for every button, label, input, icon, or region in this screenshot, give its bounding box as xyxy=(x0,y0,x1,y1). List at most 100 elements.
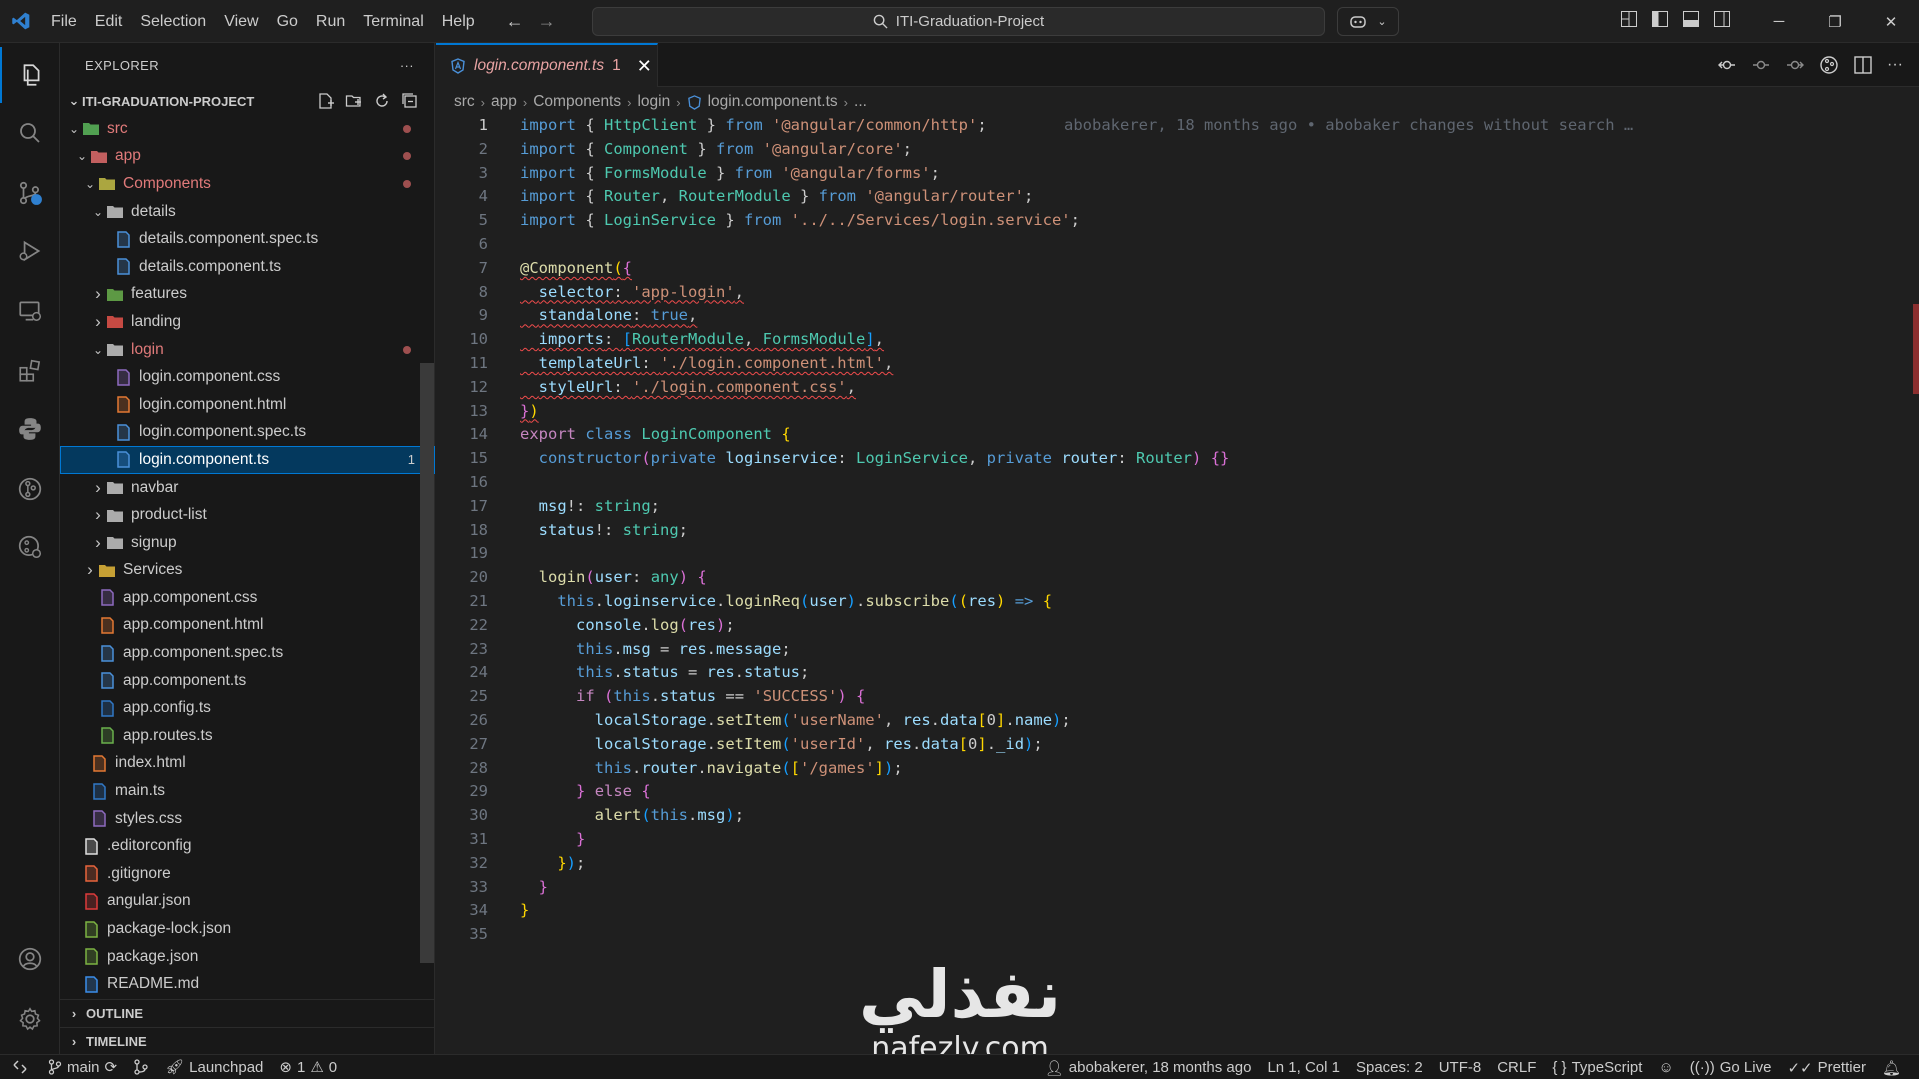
breadcrumb-symbol[interactable]: ... xyxy=(854,93,867,111)
tree-folder-item[interactable]: › landing xyxy=(60,308,435,336)
gitlens-graph-button[interactable] xyxy=(125,1059,157,1075)
remote-explorer-icon[interactable] xyxy=(0,283,60,339)
line-ending[interactable]: CRLF xyxy=(1489,1059,1544,1076)
breadcrumb-app[interactable]: app xyxy=(491,93,517,111)
tree-folder-item[interactable]: › product-list xyxy=(60,501,435,529)
tree-file-item[interactable]: angular.json xyxy=(60,888,435,916)
menu-view[interactable]: View xyxy=(215,0,267,43)
tree-file-item[interactable]: app.component.spec.ts xyxy=(60,639,435,667)
tree-file-item[interactable]: login.component.spec.ts xyxy=(60,419,435,447)
sidebar-scrollbar[interactable] xyxy=(420,363,434,963)
restore-icon[interactable]: ❐ xyxy=(1807,0,1863,43)
forward-arrow-icon[interactable]: → xyxy=(538,11,556,32)
indentation[interactable]: Spaces: 2 xyxy=(1348,1059,1431,1076)
tree-file-item[interactable]: app.component.ts xyxy=(60,667,435,695)
split-editor-icon[interactable] xyxy=(1853,55,1873,75)
minimize-icon[interactable]: ─ xyxy=(1751,0,1807,43)
remote-indicator-icon[interactable] xyxy=(0,1055,40,1079)
tree-file-item[interactable]: login.component.css xyxy=(60,363,435,391)
close-window-icon[interactable]: ✕ xyxy=(1863,0,1919,43)
menu-run[interactable]: Run xyxy=(307,0,354,43)
tree-file-item[interactable]: README.md xyxy=(60,970,435,998)
tree-folder-item[interactable]: ⌄ Components xyxy=(60,170,435,198)
branch-indicator[interactable]: main ⟳ xyxy=(40,1058,125,1076)
sync-icon[interactable]: ⟳ xyxy=(105,1058,118,1076)
tree-file-item[interactable]: index.html xyxy=(60,750,435,778)
tree-folder-item[interactable]: ⌄ details xyxy=(60,198,435,226)
project-root[interactable]: ⌄ ITI-GRADUATION-PROJECT xyxy=(60,89,435,113)
tree-file-item[interactable]: package-lock.json xyxy=(60,915,435,943)
run-debug-icon[interactable] xyxy=(0,223,60,279)
menu-help[interactable]: Help xyxy=(433,0,484,43)
menu-terminal[interactable]: Terminal xyxy=(354,0,432,43)
tree-file-item[interactable]: details.component.spec.ts xyxy=(60,225,435,253)
code-editor[interactable]: 1 import { HttpClient } from '@angular/co… xyxy=(436,114,1919,1054)
outline-section[interactable]: › OUTLINE xyxy=(60,999,435,1026)
open-changes-icon[interactable] xyxy=(1717,55,1737,75)
breadcrumb-src[interactable]: src xyxy=(454,93,475,111)
tree-file-item[interactable]: app.component.html xyxy=(60,612,435,640)
tree-file-item[interactable]: main.ts xyxy=(60,777,435,805)
encoding[interactable]: UTF-8 xyxy=(1431,1059,1490,1076)
collapse-all-icon[interactable] xyxy=(401,92,419,110)
explorer-icon[interactable] xyxy=(0,47,60,103)
new-file-icon[interactable] xyxy=(317,92,335,110)
gitlens-blame-icon[interactable] xyxy=(1819,55,1839,75)
source-control-icon[interactable] xyxy=(0,165,60,221)
tab-close-icon[interactable]: ✕ xyxy=(637,56,652,77)
search-view-icon[interactable] xyxy=(0,105,60,161)
tree-folder-item[interactable]: › Services xyxy=(60,557,435,585)
tree-folder-item[interactable]: ⌄ login xyxy=(60,336,435,364)
tab-login-component-ts[interactable]: login.component.ts 1 ✕ xyxy=(436,43,658,87)
tree-file-item[interactable]: login.component.html xyxy=(60,391,435,419)
tree-file-item[interactable]: .editorconfig xyxy=(60,832,435,860)
command-center-search[interactable]: ITI-Graduation-Project xyxy=(592,7,1325,36)
next-change-icon[interactable] xyxy=(1785,55,1805,75)
menu-edit[interactable]: Edit xyxy=(86,0,132,43)
copilot-status[interactable]: ☺︎ xyxy=(1650,1059,1681,1076)
tree-file-item[interactable]: styles.css xyxy=(60,805,435,833)
tree-folder-item[interactable]: ⌄ app xyxy=(60,143,435,171)
copilot-button[interactable]: ⌄ xyxy=(1337,7,1399,36)
problems-indicator[interactable]: ⊗ 1 ⚠ 0 xyxy=(271,1058,345,1077)
go-live-button[interactable]: ((·)) Go Live xyxy=(1682,1059,1780,1076)
back-arrow-icon[interactable]: ← xyxy=(506,11,524,32)
tree-folder-item[interactable]: › navbar xyxy=(60,474,435,502)
refresh-icon[interactable] xyxy=(373,92,391,110)
notifications-bell-icon[interactable]: 🔔︎ xyxy=(1874,1059,1909,1077)
gitlens-blame-status[interactable]: 👤︎ abobakerer, 18 months ago xyxy=(1037,1059,1260,1077)
previous-change-icon[interactable] xyxy=(1751,55,1771,75)
tree-folder-item[interactable]: ⌄ src xyxy=(60,115,435,143)
timeline-section[interactable]: › TIMELINE xyxy=(60,1027,435,1054)
toggle-panel-icon[interactable] xyxy=(1682,10,1700,28)
tree-file-item[interactable]: package.json xyxy=(60,943,435,971)
tree-folder-item[interactable]: › signup xyxy=(60,529,435,557)
python-icon[interactable] xyxy=(0,401,60,457)
breadcrumb-file[interactable]: login.component.ts xyxy=(708,93,838,111)
cursor-position[interactable]: Ln 1, Col 1 xyxy=(1259,1059,1348,1076)
accounts-icon[interactable] xyxy=(0,931,60,987)
prettier-status[interactable]: ✓✓ Prettier xyxy=(1779,1059,1874,1077)
tree-file-item[interactable]: app.config.ts xyxy=(60,694,435,722)
gitlens-inspect-icon[interactable] xyxy=(0,519,60,575)
tree-file-item[interactable]: app.component.css xyxy=(60,584,435,612)
tree-file-item[interactable]: details.component.ts xyxy=(60,253,435,281)
more-actions-icon[interactable]: ··· xyxy=(400,58,414,73)
customize-layout-icon[interactable] xyxy=(1620,10,1638,28)
menu-file[interactable]: File xyxy=(42,0,86,43)
tree-file-item[interactable]: app.routes.ts xyxy=(60,722,435,750)
new-folder-icon[interactable] xyxy=(345,92,363,110)
language-mode[interactable]: { } TypeScript xyxy=(1544,1059,1650,1076)
gitlens-icon[interactable] xyxy=(0,461,60,517)
toggle-secondary-sidebar-icon[interactable] xyxy=(1713,10,1731,28)
breadcrumb-login[interactable]: login xyxy=(637,93,670,111)
tree-folder-item[interactable]: › features xyxy=(60,281,435,309)
menu-go[interactable]: Go xyxy=(268,0,307,43)
menu-selection[interactable]: Selection xyxy=(131,0,215,43)
breadcrumb-components[interactable]: Components xyxy=(533,93,621,111)
toggle-primary-sidebar-icon[interactable] xyxy=(1651,10,1669,28)
tree-file-item[interactable]: .gitignore xyxy=(60,860,435,888)
tree-file-item[interactable]: login.component.ts 1 xyxy=(60,446,435,474)
launchpad-button[interactable]: 🚀︎ Launchpad xyxy=(157,1058,271,1077)
settings-gear-icon[interactable] xyxy=(0,991,60,1047)
